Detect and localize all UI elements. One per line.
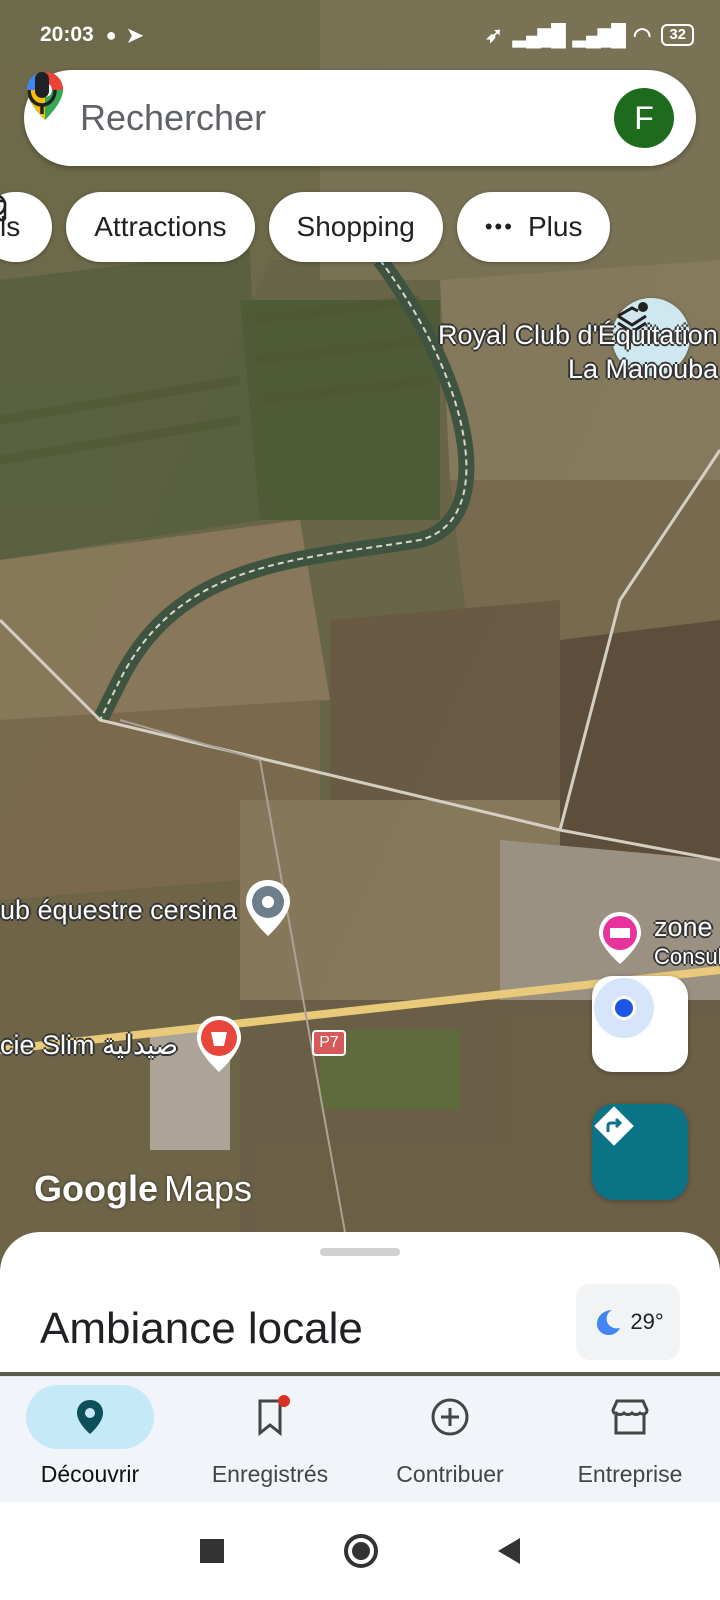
nav-icon-container xyxy=(206,1385,334,1449)
search-bar[interactable]: Rechercher F xyxy=(24,70,696,166)
status-time: 20:03 xyxy=(40,23,94,46)
nav-icon-container xyxy=(386,1385,514,1449)
messenger-icon: ● xyxy=(105,24,117,45)
search-input[interactable]: Rechercher xyxy=(80,97,614,139)
recents-button-icon[interactable] xyxy=(200,1539,224,1563)
nav-label: Contribuer xyxy=(396,1461,504,1487)
chip-label: Attractions xyxy=(94,211,227,242)
storefront-icon xyxy=(611,1399,649,1435)
chip-shopping[interactable]: Shopping xyxy=(0,192,443,262)
map-label-la-manouba-text: La Manouba xyxy=(568,354,719,384)
shopping-bag-icon xyxy=(0,197,7,222)
nav-label: Entreprise xyxy=(577,1461,683,1487)
map-label-pharmacie[interactable]: cie Slim صيدلية xyxy=(0,1030,178,1061)
bottom-sheet[interactable]: Ambiance locale 29° xyxy=(0,1232,720,1372)
nav-decouvrir[interactable]: Découvrir xyxy=(0,1377,180,1502)
hotel-pin-icon[interactable] xyxy=(596,910,644,966)
home-button-icon[interactable] xyxy=(344,1534,378,1568)
home-inner xyxy=(352,1542,370,1560)
sheet-handle[interactable] xyxy=(320,1248,400,1256)
my-location-icon xyxy=(594,978,654,1038)
mic-icon[interactable] xyxy=(24,70,60,116)
nav-icon-container xyxy=(26,1385,154,1449)
road-shield: P7 xyxy=(312,1030,346,1056)
chip-plus[interactable]: ••• Plus xyxy=(456,192,611,262)
nav-entreprise[interactable]: Entreprise xyxy=(540,1377,720,1502)
satellite-map[interactable]: 20:03 ● ➤ ➶ ▂▄▆█ ▂▄▆█ ◠ 32 Rechercher F … xyxy=(0,0,720,1260)
chip-label: Shopping xyxy=(296,211,415,242)
pharmacy-pin-icon[interactable] xyxy=(194,1014,244,1074)
moon-icon xyxy=(597,1310,621,1335)
signal-icon-2: ▂▄▆█ xyxy=(572,23,626,47)
signal-icon: ▂▄▆█ xyxy=(512,23,566,47)
chip-attractions[interactable]: Attractions xyxy=(0,192,255,262)
category-chips: ls Attractions Shopping ••• Plus xyxy=(0,192,611,262)
location-arrow-icon: ➶ xyxy=(485,23,503,47)
location-pin-icon xyxy=(77,1400,103,1434)
notification-dot xyxy=(278,1395,290,1407)
directions-button[interactable] xyxy=(592,1104,688,1200)
my-location-button[interactable] xyxy=(592,976,688,1072)
sheet-title: Ambiance locale xyxy=(40,1304,363,1353)
place-pin-icon[interactable] xyxy=(243,878,293,938)
nav-label: Enregistrés xyxy=(211,1461,329,1487)
bottom-navigation: Découvrir Enregistrés Contribuer Entrepr… xyxy=(0,1376,720,1502)
avatar[interactable]: F xyxy=(614,88,674,148)
nav-label: Découvrir xyxy=(40,1461,140,1487)
chip-label: Plus xyxy=(527,211,583,242)
map-label-club-equestre[interactable]: ub équestre cersina xyxy=(0,895,237,926)
system-navigation-bar xyxy=(0,1502,720,1600)
nav-icon-container xyxy=(566,1385,694,1449)
battery-icon: 32 xyxy=(661,24,694,46)
telegram-icon: ➤ xyxy=(126,24,144,47)
more-dots-icon: ••• xyxy=(484,214,514,239)
logo-maps: Maps xyxy=(164,1168,253,1209)
directions-icon xyxy=(594,1106,634,1146)
back-button-icon[interactable] xyxy=(498,1538,520,1564)
google-maps-logo: Google Maps xyxy=(34,1168,252,1210)
logo-google: Google xyxy=(34,1168,158,1209)
map-label-la-manouba: La Manouba xyxy=(568,354,718,385)
map-label-zone[interactable]: zone xyxy=(654,912,713,943)
status-bar: 20:03 ● ➤ ➶ ▂▄▆█ ▂▄▆█ ◠ 32 xyxy=(40,18,694,52)
nav-enregistres[interactable]: Enregistrés xyxy=(180,1377,360,1502)
wifi-icon: ◠ xyxy=(632,23,652,47)
add-circle-icon xyxy=(431,1398,469,1436)
map-label-consul: Consul xyxy=(654,944,720,969)
map-label-royal-club[interactable]: Royal Club d'Équitation xyxy=(438,320,718,351)
nav-contribuer[interactable]: Contribuer xyxy=(360,1377,540,1502)
weather-temp: 29° xyxy=(630,1309,664,1334)
weather-badge[interactable]: 29° xyxy=(576,1284,680,1360)
